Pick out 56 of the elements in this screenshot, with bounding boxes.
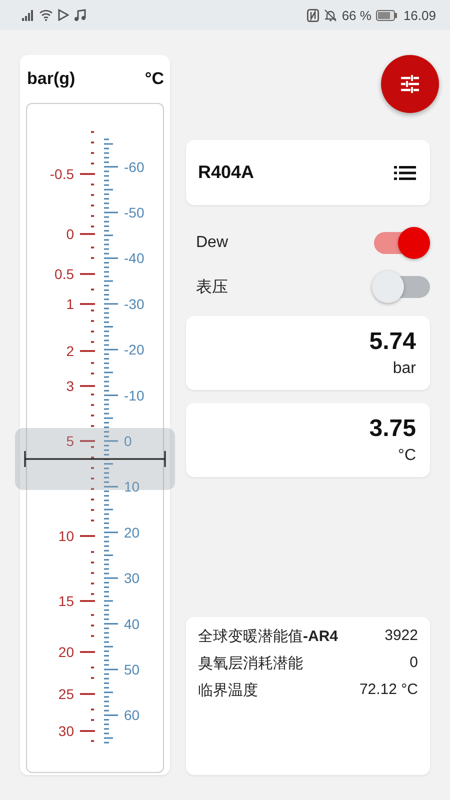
clock: 16.09 (403, 8, 436, 22)
pressure-label: 2 (66, 343, 74, 359)
list-icon[interactable] (394, 164, 416, 180)
pressure-label: 15 (58, 593, 74, 609)
temperature-label: -30 (124, 296, 144, 312)
property-label: 全球变暖潜能值-AR4 (198, 627, 338, 646)
temperature-label: -50 (124, 204, 144, 220)
toggle-switch[interactable] (372, 271, 430, 303)
reading-value: 5.74 (369, 328, 416, 356)
temperature-label: -10 (124, 387, 144, 404)
temperature-label: 60 (124, 707, 140, 724)
bell-off-icon (324, 8, 337, 22)
pressure-label: 0.5 (54, 266, 74, 282)
reading-unit: °C (398, 447, 416, 465)
temperature-unit: °C (144, 69, 164, 89)
temperature-label: 50 (124, 662, 140, 678)
temperature-label: 10 (124, 478, 140, 495)
pressure-label: 30 (58, 723, 74, 739)
temperature-label: -20 (124, 342, 144, 358)
reading-value: 3.75 (369, 415, 416, 443)
battery-percent: 66 % (342, 8, 372, 22)
pressure-label: 1 (66, 296, 74, 312)
music-note-icon (74, 9, 86, 21)
reading-cursor[interactable] (15, 428, 175, 490)
pressure-label: -0.5 (50, 166, 74, 182)
play-icon (58, 9, 69, 21)
temperature-label: 30 (124, 570, 140, 586)
temperature-label: 40 (124, 616, 140, 632)
pressure-unit: bar(g) (27, 69, 76, 89)
property-value: 0 (410, 654, 418, 673)
property-value: 3922 (384, 627, 418, 646)
wifi-icon (39, 9, 53, 21)
pressure-label: 10 (58, 528, 74, 544)
temperature-label: -60 (124, 158, 144, 175)
sliders-icon (399, 73, 421, 95)
settings-button[interactable] (381, 55, 439, 113)
nfc-icon (306, 8, 319, 22)
property-label: 臭氧层消耗潜能 (198, 654, 303, 673)
pressure-label: 0 (66, 226, 74, 242)
reading-unit: bar (392, 360, 416, 378)
switch-label: 表压 (195, 278, 228, 298)
signal-icon (22, 10, 34, 20)
pressure-label: 25 (58, 686, 74, 702)
property-value: 72.12 °C (359, 681, 418, 700)
temperature-label: 20 (124, 524, 140, 540)
battery-icon (376, 10, 398, 20)
refrigerant-name: R404A (198, 162, 254, 183)
toggle-switch[interactable] (372, 227, 430, 259)
switch-label: Dew (195, 234, 228, 252)
temperature-label: -40 (124, 250, 144, 266)
property-label: 临界温度 (198, 681, 258, 700)
pressure-label: 3 (66, 378, 74, 394)
refrigerant-card[interactable]: R404A (186, 140, 430, 205)
pressure-label: 5 (66, 433, 74, 449)
temperature-label: 0 (124, 433, 132, 449)
pressure-label: 20 (58, 644, 74, 660)
